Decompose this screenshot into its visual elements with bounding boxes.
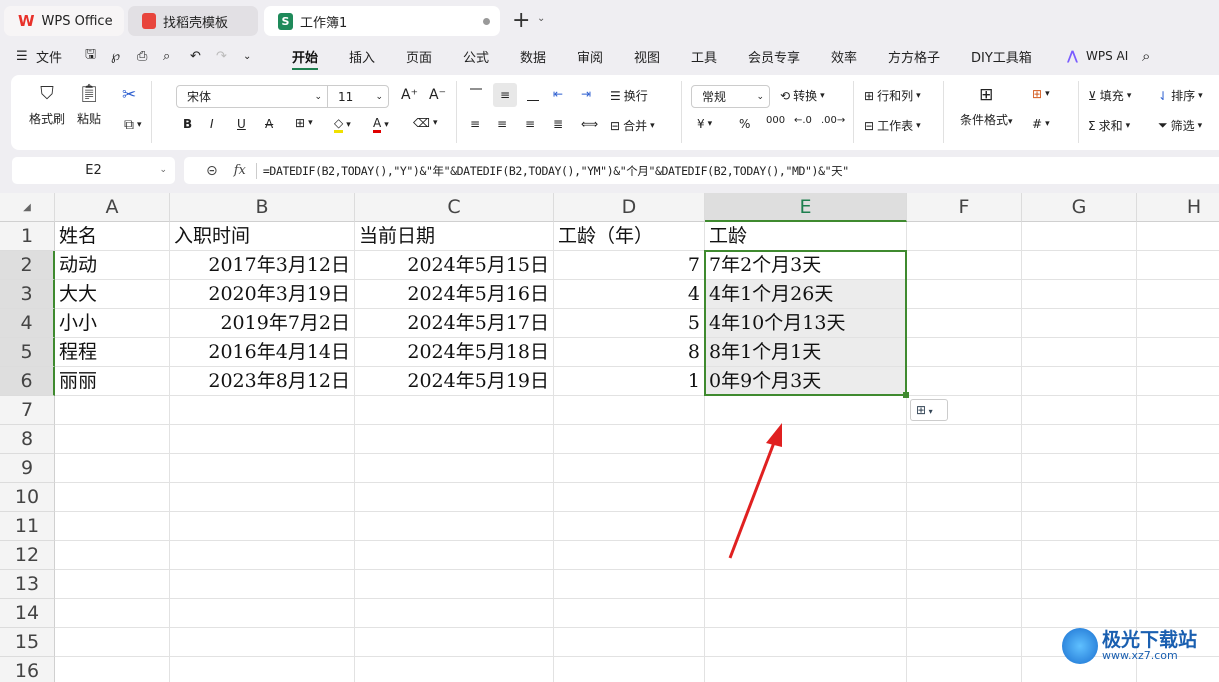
annotation-arrow (728, 423, 782, 559)
watermark-logo: 极光下载站 www.xz7.com (1062, 628, 1197, 664)
watermark-icon (1062, 628, 1098, 664)
